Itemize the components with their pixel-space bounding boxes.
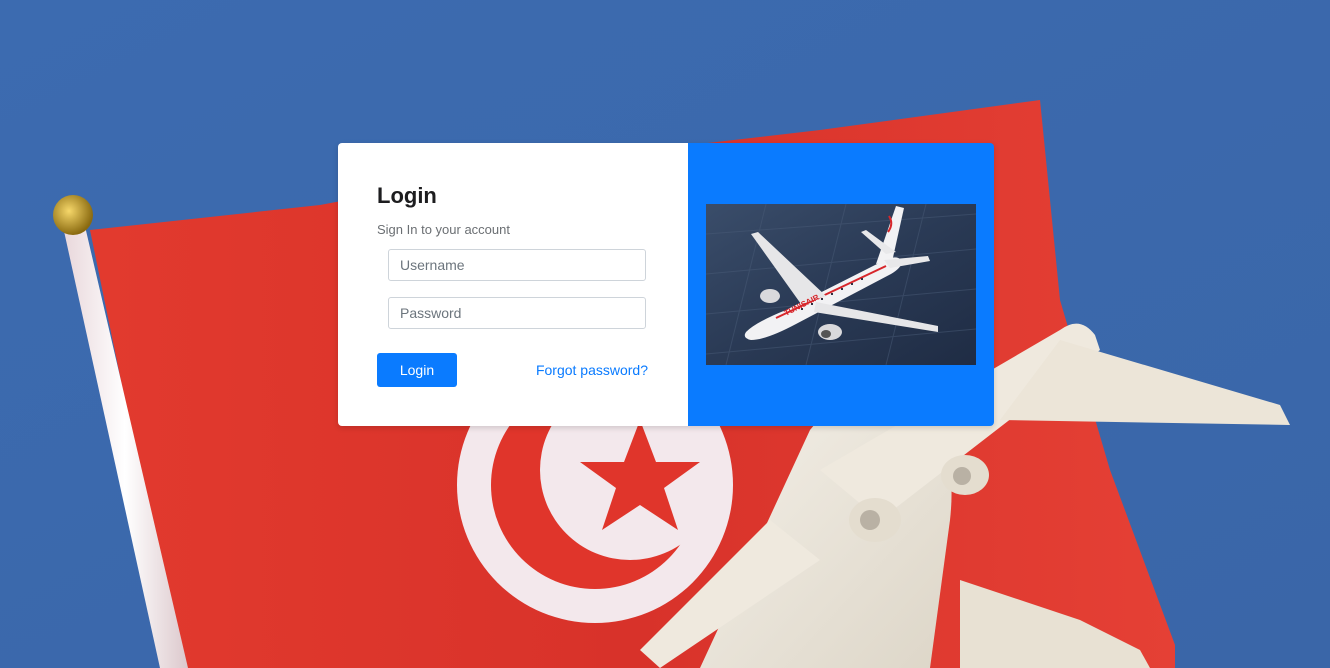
airliner-photo: TUNISAIR (706, 204, 976, 365)
login-title: Login (377, 183, 437, 208)
login-button[interactable]: Login (377, 353, 457, 387)
login-subtitle: Sign In to your account (377, 222, 510, 237)
username-input[interactable] (388, 249, 646, 281)
flag-pole-knob (53, 195, 93, 235)
airliner-photo-icon: TUNISAIR (706, 204, 976, 365)
login-form-panel: Login Sign In to your account Login Forg… (338, 143, 688, 426)
forgot-password-link[interactable]: Forgot password? (536, 362, 648, 378)
login-card: Login Sign In to your account Login Forg… (338, 143, 994, 426)
image-panel: TUNISAIR (688, 143, 994, 426)
password-input[interactable] (388, 297, 646, 329)
